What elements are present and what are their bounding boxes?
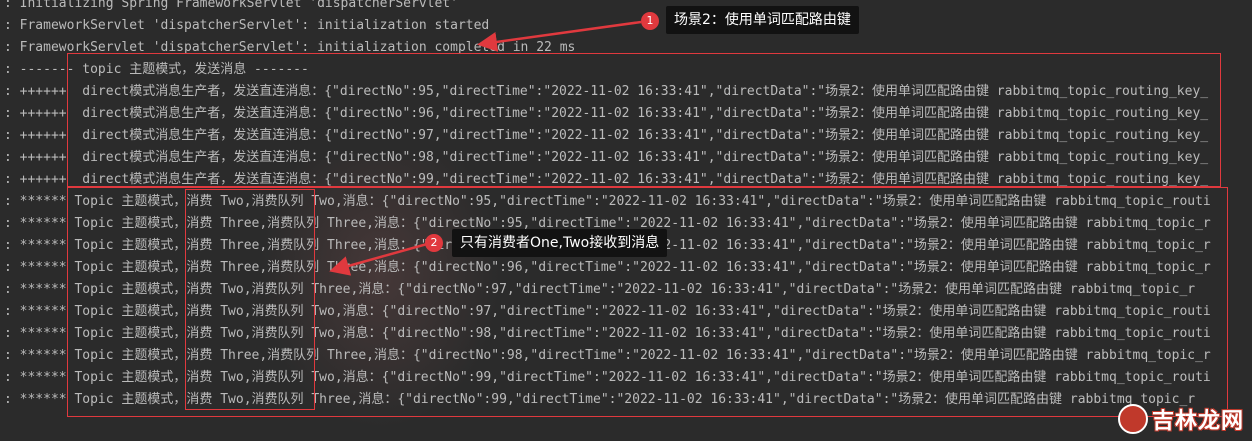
log-line: : ****** Topic 主题模式，消费 Three,消费队列 Three,… xyxy=(4,260,1211,275)
log-line: : FrameworkServlet 'dispatcherServlet': … xyxy=(4,40,576,55)
log-line: : ****** Topic 主题模式，消费 Two,消费队列 Three,消息… xyxy=(4,282,1196,297)
log-line: : ****** Topic 主题模式，消费 Two,消费队列 Two,消息：{… xyxy=(4,194,1211,209)
log-line: : ****** Topic 主题模式，消费 Two,消费队列 Three,消息… xyxy=(4,392,1196,407)
log-line: : ++++++ direct模式消息生产者，发送直连消息：{"directNo… xyxy=(4,84,1209,99)
callout-1-badge: 1 xyxy=(641,12,659,30)
log-line: : ++++++ direct模式消息生产者，发送直连消息：{"directNo… xyxy=(4,106,1209,121)
log-line: : ++++++ direct模式消息生产者，发送直连消息：{"directNo… xyxy=(4,150,1209,165)
log-line: : FrameworkServlet 'dispatcherServlet': … xyxy=(4,18,490,33)
log-line: : ------- topic 主题模式，发送消息 ------- xyxy=(4,62,309,77)
log-line: : ****** Topic 主题模式，消费 Two,消费队列 Two,消息：{… xyxy=(4,326,1211,341)
log-line: : ****** Topic 主题模式，消费 Three,消费队列 Three,… xyxy=(4,348,1211,363)
console-output: : Initializing Spring FrameworkServlet '… xyxy=(0,0,1252,441)
watermark-logo-icon xyxy=(1117,404,1148,434)
callout-2-badge: 2 xyxy=(425,234,443,252)
log-line: : ****** Topic 主题模式，消费 Two,消费队列 Two,消息：{… xyxy=(4,370,1211,385)
log-line: : Initializing Spring FrameworkServlet '… xyxy=(4,0,458,11)
log-line: : ****** Topic 主题模式，消费 Two,消费队列 Two,消息：{… xyxy=(4,304,1211,319)
callout-2-label: 只有消费者One,Two接收到消息 xyxy=(452,229,668,257)
watermark: 吉林龙网 xyxy=(1117,403,1244,435)
callout-1-label: 场景2：使用单词匹配路由键 xyxy=(666,6,859,34)
watermark-text: 吉林龙网 xyxy=(1151,409,1244,434)
log-line: : ++++++ direct模式消息生产者，发送直连消息：{"directNo… xyxy=(4,128,1209,143)
log-line: : ++++++ direct模式消息生产者，发送直连消息：{"directNo… xyxy=(4,172,1209,187)
